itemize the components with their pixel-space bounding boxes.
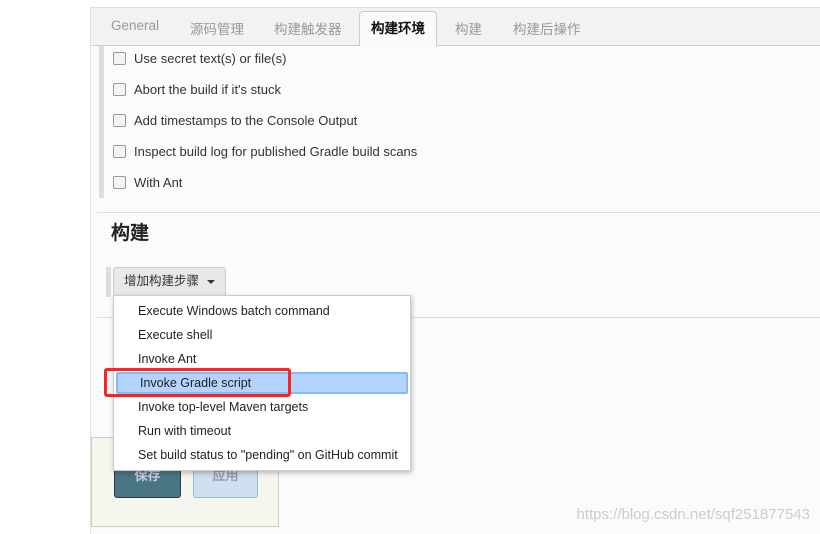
checkbox[interactable] [113,52,126,65]
option-label: Use secret text(s) or file(s) [134,51,287,66]
tab-build-env[interactable]: 构建环境 [359,11,437,46]
menu-item-shell[interactable]: Execute shell [114,324,410,346]
checkbox[interactable] [113,176,126,189]
add-build-step-label: 增加构建步骤 [124,274,200,288]
option-gradle-scans[interactable]: Inspect build log for published Gradle b… [113,144,417,159]
menu-item-maven[interactable]: Invoke top-level Maven targets [114,396,410,418]
add-build-step-button[interactable]: 增加构建步骤 [113,267,227,296]
checkbox[interactable] [113,114,126,127]
tab-scm[interactable]: 源码管理 [190,18,244,38]
option-label: With Ant [134,175,183,190]
tab-bar: General 源码管理 构建触发器 构建环境 构建 构建后操作 [91,8,820,46]
checkbox[interactable] [113,83,126,96]
option-timestamps[interactable]: Add timestamps to the Console Output [113,113,357,128]
tab-general[interactable]: General [111,18,159,33]
menu-item-ant[interactable]: Invoke Ant [114,348,410,370]
menu-item-github-status[interactable]: Set build status to "pending" on GitHub … [114,444,410,466]
watermark: https://blog.csdn.net/sqf251877543 [576,506,810,523]
section-bar [99,46,104,198]
build-section-title: 构建 [111,223,150,244]
tab-build[interactable]: 构建 [455,18,482,38]
option-secret[interactable]: Use secret text(s) or file(s) [113,51,286,66]
option-label: Add timestamps to the Console Output [134,113,358,128]
menu-item-timeout[interactable]: Run with timeout [114,420,410,442]
caret-down-icon [207,279,216,284]
annotation-highlight-box [104,368,291,397]
divider [97,212,820,213]
option-label: Abort the build if it's stuck [134,82,281,97]
option-label: Inspect build log for published Gradle b… [134,144,418,159]
checkbox[interactable] [113,145,126,158]
menu-item-windows-batch[interactable]: Execute Windows batch command [114,300,410,322]
tab-post-build[interactable]: 构建后操作 [513,18,581,38]
option-abort-stuck[interactable]: Abort the build if it's stuck [113,82,281,97]
option-with-ant[interactable]: With Ant [113,175,182,190]
tab-triggers[interactable]: 构建触发器 [274,18,342,38]
section-bar [106,267,111,297]
